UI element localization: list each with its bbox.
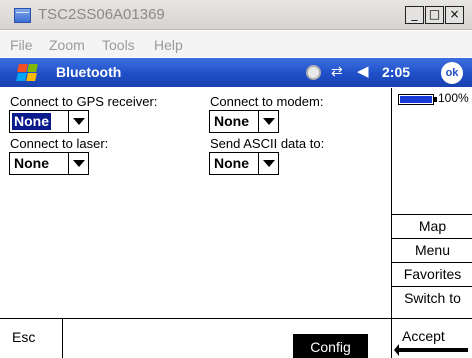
accept-button[interactable]: Accept: [402, 328, 445, 344]
gps-receiver-select[interactable]: None: [9, 110, 89, 133]
nav-bar: Bluetooth ⇄ ◀ 2:05 ok: [0, 58, 472, 87]
battery-icon: [398, 94, 434, 105]
minimize-button[interactable]: _: [405, 6, 424, 24]
menu-button[interactable]: Menu: [392, 238, 472, 262]
ascii-data-select[interactable]: None: [209, 152, 279, 175]
battery-tip: [434, 97, 437, 102]
close-button[interactable]: ×: [445, 6, 464, 24]
sync-icon[interactable]: [306, 65, 321, 80]
gps-receiver-value: None: [12, 113, 51, 130]
connectivity-icon[interactable]: ⇄: [331, 63, 343, 80]
menu-help[interactable]: Help: [154, 37, 183, 53]
modem-label: Connect to modem:: [210, 94, 324, 109]
ascii-data-label: Send ASCII data to:: [210, 136, 325, 151]
divider: [391, 319, 392, 358]
chevron-down-icon[interactable]: [258, 111, 278, 132]
ok-button[interactable]: ok: [441, 62, 463, 84]
menu-zoom[interactable]: Zoom: [49, 37, 85, 53]
modem-select[interactable]: None: [209, 110, 279, 133]
laser-value: None: [14, 155, 49, 171]
switch-to-button[interactable]: Switch to: [392, 286, 472, 310]
clock-time[interactable]: 2:05: [382, 64, 410, 80]
start-flag-icon[interactable]: [16, 63, 38, 83]
menu-file[interactable]: File: [10, 37, 33, 53]
modem-value: None: [214, 113, 249, 129]
map-button[interactable]: Map: [392, 214, 472, 238]
favorites-button[interactable]: Favorites: [392, 262, 472, 286]
battery-fill: [400, 96, 432, 103]
window-title-bar: TSC2SS06A01369 _ □ ×: [0, 0, 472, 30]
app-window-icon: [14, 8, 31, 23]
bottom-bar: Esc Config Accept: [0, 318, 472, 358]
esc-button[interactable]: Esc: [12, 329, 35, 345]
chevron-down-icon[interactable]: [258, 153, 278, 174]
window-title: TSC2SS06A01369: [38, 6, 165, 23]
battery-level: 100%: [438, 91, 469, 105]
page-title: Bluetooth: [56, 64, 122, 80]
divider: [62, 319, 63, 358]
chevron-down-icon[interactable]: [68, 111, 88, 132]
speaker-icon[interactable]: ◀: [357, 62, 369, 80]
gps-receiver-label: Connect to GPS receiver:: [10, 94, 158, 109]
menu-tools[interactable]: Tools: [102, 37, 135, 53]
menu-bar: File Zoom Tools Help: [0, 31, 472, 57]
side-panel: 100% Map Menu Favorites Switch to: [391, 88, 472, 318]
accept-arrow-icon: [394, 344, 468, 356]
config-button[interactable]: Config: [293, 334, 368, 358]
maximize-button[interactable]: □: [425, 6, 444, 24]
chevron-down-icon[interactable]: [68, 153, 88, 174]
laser-select[interactable]: None: [9, 152, 89, 175]
laser-label: Connect to laser:: [10, 136, 109, 151]
ascii-data-value: None: [214, 155, 249, 171]
